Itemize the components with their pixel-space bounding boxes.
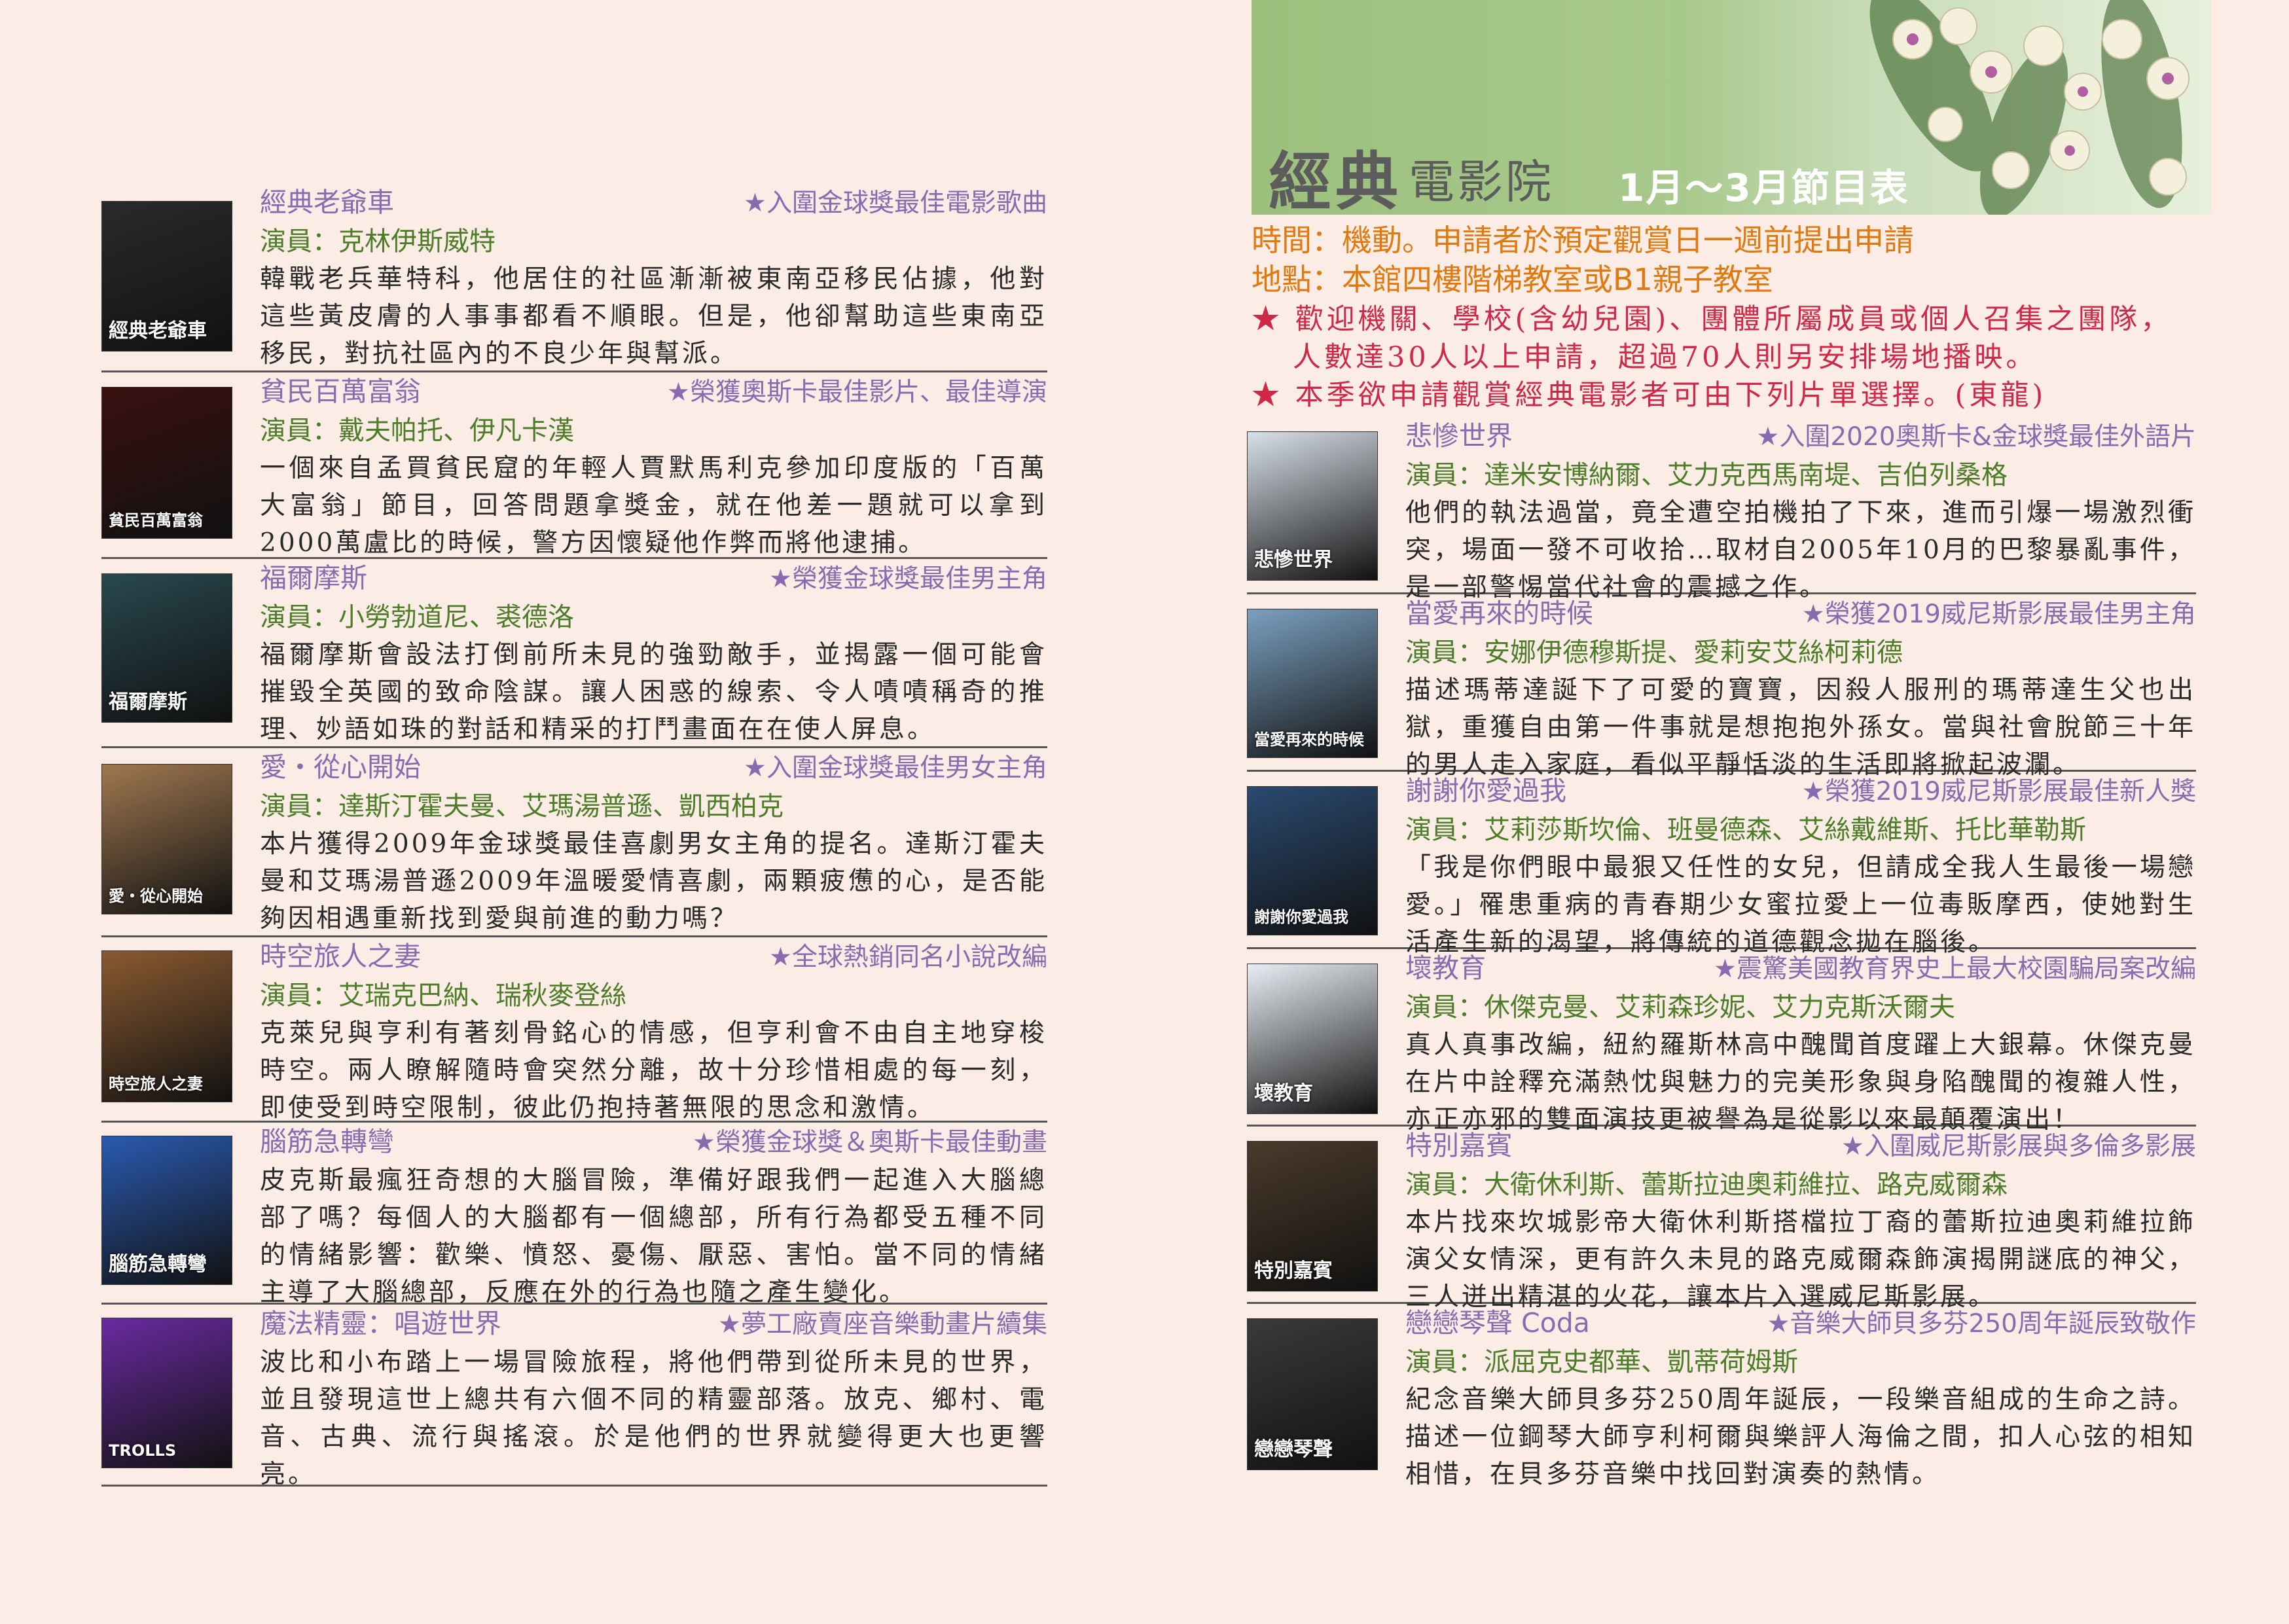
film-title: 特別嘉賓 xyxy=(1405,1130,1513,1161)
film-award: ★榮獲2019威尼斯影展最佳男主角 xyxy=(1801,600,2196,629)
poster-title: 經典老爺車 xyxy=(109,319,207,342)
film-cast: 演員：戴夫帕托、伊凡卡漢 xyxy=(260,416,574,446)
film-entry: 時空旅人之妻 時空旅人之妻 ★全球熱銷同名小說改編 演員：艾瑞克巴納、瑞秋麥登絲… xyxy=(101,937,1047,1123)
film-poster: 貧民百萬富翁 xyxy=(101,387,232,539)
film-award: ★榮獲金球獎最佳男主角 xyxy=(769,564,1047,594)
film-description: 本片找來坎城影帝大衛休利斯搭檔拉丁裔的蕾斯拉迪奧莉維拉飾演父女情深，更有許久未見… xyxy=(1405,1208,2196,1312)
film-cast: 演員：休傑克曼、艾莉森珍妮、艾力克斯沃爾夫 xyxy=(1405,992,1955,1022)
film-entry: 壞教育 壞教育 ★震驚美國教育界史上最大校園騙局案改編 演員：休傑克曼、艾莉森珍… xyxy=(1247,949,2196,1134)
film-title: 愛・從心開始 xyxy=(260,751,421,783)
poster-title: TROLLS xyxy=(109,1441,177,1460)
poster-title: 當愛再來的時候 xyxy=(1254,731,1364,749)
banner-title-sub: 電影院 xyxy=(1409,155,1554,209)
film-entry: 當愛再來的時候 當愛再來的時候 ★榮獲2019威尼斯影展最佳男主角 演員：安娜伊… xyxy=(1247,594,2196,780)
film-entry: 謝謝你愛過我 謝謝你愛過我 ★榮獲2019威尼斯影展最佳新人獎 演員：艾莉莎斯坎… xyxy=(1247,772,2196,957)
film-entry: 經典老爺車 經典老爺車 ★入圍金球獎最佳電影歌曲 演員：克林伊斯威特 韓戰老兵華… xyxy=(101,183,1047,372)
film-award: ★榮獲2019威尼斯影展最佳新人獎 xyxy=(1801,777,2196,806)
film-title: 經典老爺車 xyxy=(260,187,394,218)
film-award: ★入圍2020奧斯卡&金球獎最佳外語片 xyxy=(1756,422,2196,452)
poster-title: 特別嘉賓 xyxy=(1254,1259,1333,1282)
film-cast: 演員：達斯汀霍夫曼、艾瑪湯普遜、凱西柏克 xyxy=(260,791,784,821)
film-entry: 悲慘世界 悲慘世界 ★入圍2020奧斯卡&金球獎最佳外語片 演員：達米安博納爾、… xyxy=(1247,417,2196,602)
film-poster: 悲慘世界 xyxy=(1247,431,1378,581)
film-poster: TROLLS xyxy=(101,1318,232,1468)
notice-line-1: ★ 歡迎機關、學校(含幼兒園)、團體所屬成員或個人召集之團隊， xyxy=(1252,303,2172,336)
film-description: 波比和小布踏上一場冒險旅程，將他們帶到從所未見的世界，並且發現這世上總共有六個不… xyxy=(260,1348,1047,1489)
film-poster: 經典老爺車 xyxy=(101,201,232,352)
poster-title: 悲慘世界 xyxy=(1254,549,1333,571)
film-description: 真人真事改編，紐約羅斯林高中醜聞首度躍上大銀幕。休傑克曼在片中詮釋充滿熱忱與魅力… xyxy=(1405,1030,2196,1134)
film-description: 克萊兒與亨利有著刻骨銘心的情感，但亨利會不由自主地穿梭時空。兩人瞭解隨時會突然分… xyxy=(260,1019,1047,1123)
film-cast: 演員：達米安博納爾、艾力克西馬南堤、吉伯列桑格 xyxy=(1405,460,2008,490)
film-description: 他們的執法過當，竟全遭空拍機拍了下來，進而引爆一場激烈衝突，場面一發不可收拾…取… xyxy=(1405,498,2196,602)
poster-title: 壞教育 xyxy=(1254,1082,1313,1105)
film-award: ★榮獲金球獎＆奧斯卡最佳動畫 xyxy=(693,1128,1047,1157)
film-title: 戀戀琴聲 Coda xyxy=(1405,1307,1590,1339)
film-description: 「我是你們眼中最狠又任性的女兒，但請成全我人生最後一場戀愛。」罹患重病的青春期少… xyxy=(1405,853,2196,957)
film-title: 謝謝你愛過我 xyxy=(1405,775,1566,806)
film-entry: 戀戀琴聲 戀戀琴聲 Coda ★音樂大師貝多芬250周年誕辰致敬作 演員：派屈克… xyxy=(1247,1304,2196,1489)
film-poster: 福爾摩斯 xyxy=(101,573,232,723)
film-award: ★入圍金球獎最佳電影歌曲 xyxy=(744,189,1047,218)
film-title: 福爾摩斯 xyxy=(260,562,367,594)
notice-line-2: 人數達30人以上申請，超過70人則另安排場地播映。 xyxy=(1293,341,2038,374)
poster-title: 腦筋急轉彎 xyxy=(109,1253,207,1276)
film-poster: 腦筋急轉彎 xyxy=(101,1136,232,1285)
info-place: 地點：本館四樓階梯教室或B1親子教室 xyxy=(1252,262,1773,297)
film-cast: 演員：克林伊斯威特 xyxy=(260,226,496,257)
film-poster: 戀戀琴聲 xyxy=(1247,1318,1378,1470)
poster-title: 戀戀琴聲 xyxy=(1254,1438,1333,1461)
banner-title-main: 經典 xyxy=(1269,145,1402,215)
poster-title: 貧民百萬富翁 xyxy=(109,511,203,530)
film-entry: 愛・從心開始 愛・從心開始 ★入圍金球獎最佳男女主角 演員：達斯汀霍夫曼、艾瑪湯… xyxy=(101,748,1047,937)
film-description: 福爾摩斯會設法打倒前所未見的強勁敵手，並揭露一個可能會摧毀全英國的致命陰謀。讓人… xyxy=(260,640,1047,744)
film-description: 一個來自孟買貧民窟的年輕人賈默馬利克參加印度版的「百萬大富翁」節目，回答問題拿獎… xyxy=(260,454,1047,558)
film-cast: 演員：大衛休利斯、蕾斯拉迪奧莉維拉、路克威爾森 xyxy=(1405,1170,2008,1200)
film-cast: 演員：艾莉莎斯坎倫、班曼德森、艾絲戴維斯、托比華勒斯 xyxy=(1405,815,2086,845)
film-description: 描述瑪蒂達誕下了可愛的寶寶，因殺人服刑的瑪蒂達生父也出獄，重獲自由第一件事就是想… xyxy=(1405,676,2196,780)
film-poster: 時空旅人之妻 xyxy=(101,950,232,1102)
film-award: ★全球熱銷同名小說改編 xyxy=(769,943,1047,972)
film-entry: 福爾摩斯 福爾摩斯 ★榮獲金球獎最佳男主角 演員：小勞勃道尼、裘德洛 福爾摩斯會… xyxy=(101,559,1047,748)
film-cast: 演員：艾瑞克巴納、瑞秋麥登絲 xyxy=(260,981,626,1011)
poster-title: 福爾摩斯 xyxy=(109,691,187,713)
film-award: ★入圍威尼斯影展與多倫多影展 xyxy=(1841,1132,2196,1161)
poster-title: 謝謝你愛過我 xyxy=(1254,908,1348,926)
film-description: 韓戰老兵華特科，他居住的社區漸漸被東南亞移民佔據，他對這些黃皮膚的人事事都看不順… xyxy=(260,264,1047,369)
film-title: 壞教育 xyxy=(1405,952,1486,984)
film-title: 悲慘世界 xyxy=(1405,420,1513,452)
film-description: 紀念音樂大師貝多芬250周年誕辰，一段樂音組成的生命之詩。描述一位鋼琴大師亨利柯… xyxy=(1405,1385,2196,1489)
film-entry: 腦筋急轉彎 腦筋急轉彎 ★榮獲金球獎＆奧斯卡最佳動畫 皮克斯最瘋狂奇想的大腦冒險… xyxy=(101,1123,1047,1307)
film-cast: 演員：小勞勃道尼、裘德洛 xyxy=(260,602,574,632)
film-award: ★夢工廠賣座音樂動畫片續集 xyxy=(718,1310,1047,1339)
film-poster: 謝謝你愛過我 xyxy=(1247,786,1378,935)
film-description: 本片獲得2009年金球獎最佳喜劇男女主角的提名。達斯汀霍夫曼和艾瑪湯普遜2009… xyxy=(260,829,1047,933)
poster-title: 愛・從心開始 xyxy=(109,887,203,905)
film-award: ★音樂大師貝多芬250周年誕辰致敬作 xyxy=(1767,1309,2196,1339)
film-entry: TROLLS 魔法精靈：唱遊世界 ★夢工廠賣座音樂動畫片續集 波比和小布踏上一場… xyxy=(101,1305,1047,1489)
film-entry: 貧民百萬富翁 貧民百萬富翁 ★榮獲奧斯卡最佳影片、最佳導演 演員：戴夫帕托、伊凡… xyxy=(101,372,1047,559)
film-poster: 當愛再來的時候 xyxy=(1247,609,1378,758)
banner-date-range: 1月～3月節目表 xyxy=(1618,166,1909,210)
film-award: ★震驚美國教育界史上最大校園騙局案改編 xyxy=(1714,954,2196,984)
info-time: 時間：機動。申請者於預定觀賞日一週前提出申請 xyxy=(1252,223,1914,258)
film-title: 腦筋急轉彎 xyxy=(260,1126,394,1157)
film-title: 魔法精靈：唱遊世界 xyxy=(260,1308,501,1339)
poster-title: 時空旅人之妻 xyxy=(109,1075,203,1093)
film-award: ★榮獲奧斯卡最佳影片、最佳導演 xyxy=(667,378,1047,407)
film-poster: 愛・從心開始 xyxy=(101,764,232,914)
film-cast: 演員：安娜伊德穆斯提、愛莉安艾絲柯莉德 xyxy=(1405,638,1903,668)
film-poster: 特別嘉賓 xyxy=(1247,1141,1378,1291)
film-title: 貧民百萬富翁 xyxy=(260,376,421,407)
film-entry: 特別嘉賓 特別嘉賓 ★入圍威尼斯影展與多倫多影展 演員：大衛休利斯、蕾斯拉迪奧莉… xyxy=(1247,1127,2196,1312)
film-title: 時空旅人之妻 xyxy=(260,941,421,972)
film-description: 皮克斯最瘋狂奇想的大腦冒險，準備好跟我們一起進入大腦總部了嗎？每個人的大腦都有一… xyxy=(260,1166,1047,1307)
film-title: 當愛再來的時候 xyxy=(1405,598,1593,629)
film-cast: 演員：派屈克史都華、凱蒂荷姆斯 xyxy=(1405,1347,1798,1377)
notice-line-3: ★ 本季欲申請觀賞經典電影者可由下列片單選擇。(東龍) xyxy=(1252,379,2047,412)
film-poster: 壞教育 xyxy=(1247,964,1378,1114)
film-award: ★入圍金球獎最佳男女主角 xyxy=(744,753,1047,783)
program-banner: 經典 電影院 1月～3月節目表 xyxy=(1252,0,2211,215)
